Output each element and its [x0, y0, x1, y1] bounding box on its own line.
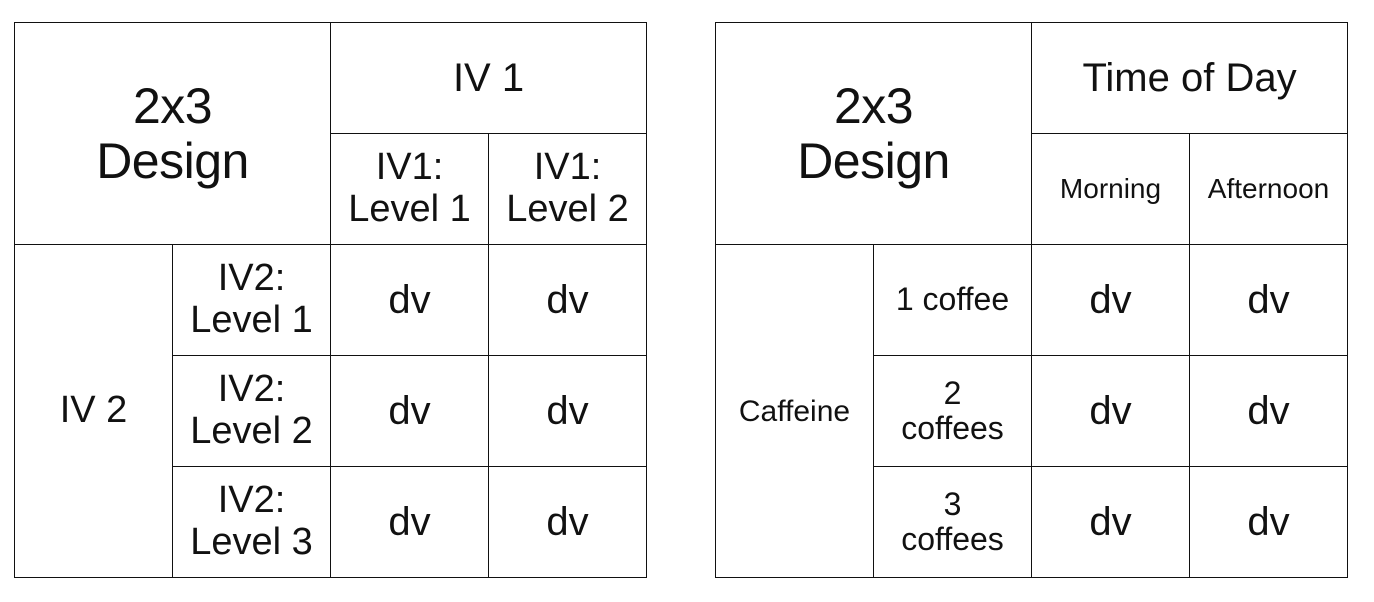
level-label: Level 1 [348, 188, 471, 230]
row-factor-header: Caffeine [715, 244, 874, 578]
design-title-line1: 2x3 [132, 77, 213, 134]
generic-design-table: 2x3 Design IV 1 IV1: Level 1 IV1: Level … [13, 22, 648, 578]
dv-cell: dv [488, 355, 648, 467]
dv-cell: dv [330, 244, 490, 356]
column-factor-header: IV 1 [330, 22, 648, 134]
level-label: Level 3 [190, 521, 313, 563]
level-label: coffees [901, 410, 1004, 446]
column-level-header: IV1: Level 2 [488, 133, 648, 245]
row-level-header: IV2: Level 1 [171, 244, 332, 356]
dv-cell: dv [330, 355, 490, 467]
level-label: IV1: [375, 146, 444, 189]
dv-cell: dv [1189, 355, 1349, 467]
level-label: coffees [901, 521, 1004, 557]
table-row: IV 2 IV2: Level 1 dv dv [14, 244, 648, 578]
dv-cell: dv [1031, 466, 1191, 578]
level-label: Level 1 [190, 299, 313, 341]
design-title-line2: Design [797, 132, 950, 189]
row-level-header: 3 coffees [872, 466, 1033, 578]
column-level-header: Morning [1031, 133, 1191, 245]
level-label: Level 2 [506, 188, 629, 230]
dv-cell: dv [1031, 355, 1191, 467]
level-label: 1 coffee [895, 281, 1010, 318]
dv-cell: dv [1031, 244, 1191, 356]
design-title: 2x3 Design [714, 22, 1033, 245]
design-title-line1: 2x3 [833, 77, 914, 134]
dv-cell: dv [488, 244, 648, 356]
table-row: Caffeine 1 coffee dv dv [715, 244, 1349, 578]
level-label: IV1: [533, 146, 602, 189]
design-title-line2: Design [96, 132, 249, 189]
level-label: IV2: [217, 479, 286, 522]
dv-cell: dv [488, 466, 648, 578]
dv-cell: dv [1189, 466, 1349, 578]
design-title: 2x3 Design [13, 22, 332, 245]
column-factor-header: Time of Day [1031, 22, 1349, 134]
level-label: 2 [943, 374, 962, 411]
row-level-header: 1 coffee [872, 244, 1033, 356]
dv-cell: dv [1189, 244, 1349, 356]
dv-cell: dv [330, 466, 490, 578]
row-level-header: 2 coffees [872, 355, 1033, 467]
column-level-header: IV1: Level 1 [330, 133, 490, 245]
level-label: IV2: [217, 257, 286, 300]
column-level-header: Afternoon [1189, 133, 1349, 245]
row-level-header: IV2: Level 3 [171, 466, 332, 578]
level-label: 3 [943, 485, 962, 522]
row-factor-header: IV 2 [14, 244, 173, 578]
level-label: IV2: [217, 368, 286, 411]
row-level-header: IV2: Level 2 [171, 355, 332, 467]
example-design-table: 2x3 Design Time of Day Morning Afternoon… [714, 22, 1349, 578]
level-label: Level 2 [190, 410, 313, 452]
